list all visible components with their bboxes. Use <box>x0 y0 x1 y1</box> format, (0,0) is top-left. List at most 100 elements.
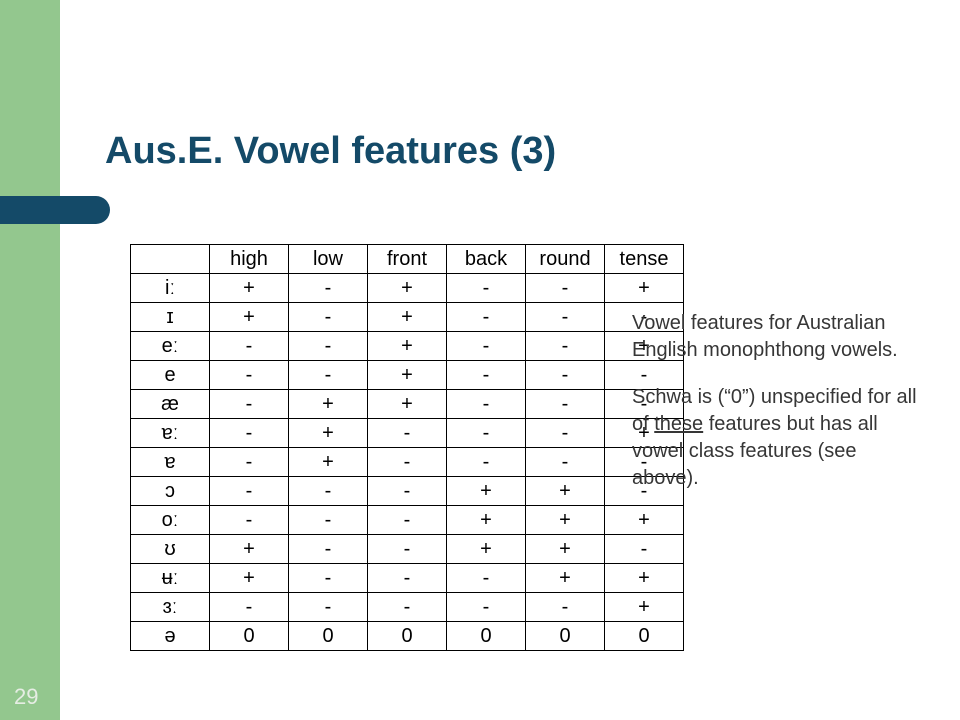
row-label: iː <box>131 274 210 303</box>
feature-cell: + <box>605 593 684 622</box>
table-row: iː+-+--+ <box>131 274 684 303</box>
col-round: round <box>526 245 605 274</box>
feature-cell: + <box>368 274 447 303</box>
row-label: ɔ <box>131 477 210 506</box>
feature-cell: 0 <box>605 622 684 651</box>
feature-cell: - <box>289 303 368 332</box>
feature-cell: - <box>368 419 447 448</box>
slide: Aus.E. Vowel features (3) high low front… <box>0 0 960 720</box>
side-p2-underline: these <box>654 413 703 435</box>
feature-cell: + <box>368 303 447 332</box>
row-label: ʉː <box>131 564 210 593</box>
feature-cell: + <box>210 303 289 332</box>
feature-cell: - <box>210 477 289 506</box>
feature-cell: - <box>368 593 447 622</box>
feature-cell: - <box>447 274 526 303</box>
feature-cell: - <box>210 593 289 622</box>
table-row: æ-++--- <box>131 390 684 419</box>
col-back: back <box>447 245 526 274</box>
feature-cell: - <box>289 564 368 593</box>
feature-cell: + <box>447 477 526 506</box>
left-accent-band <box>0 0 60 720</box>
row-label: ɐ <box>131 448 210 477</box>
feature-cell: - <box>447 361 526 390</box>
feature-cell: - <box>289 477 368 506</box>
row-label: ɪ <box>131 303 210 332</box>
table-row: ɜː-----+ <box>131 593 684 622</box>
row-label: æ <box>131 390 210 419</box>
feature-cell: - <box>526 448 605 477</box>
table-row: ʉː+---++ <box>131 564 684 593</box>
feature-cell: + <box>368 332 447 361</box>
feature-cell: 0 <box>447 622 526 651</box>
side-description: Vowel features for Australian English mo… <box>632 310 922 512</box>
feature-cell: + <box>289 390 368 419</box>
feature-cell: - <box>368 448 447 477</box>
table-row: ɐː-+---+ <box>131 419 684 448</box>
feature-cell: - <box>289 332 368 361</box>
table-row: ɪ+-+--- <box>131 303 684 332</box>
feature-cell: - <box>526 390 605 419</box>
feature-cell: - <box>447 564 526 593</box>
col-low: low <box>289 245 368 274</box>
feature-cell: + <box>368 390 447 419</box>
feature-cell: - <box>526 274 605 303</box>
row-label: e <box>131 361 210 390</box>
table-row: ə000000 <box>131 622 684 651</box>
feature-cell: - <box>447 390 526 419</box>
feature-cell: - <box>447 593 526 622</box>
feature-cell: + <box>447 506 526 535</box>
feature-cell: - <box>210 332 289 361</box>
feature-cell: 0 <box>210 622 289 651</box>
feature-cell: - <box>210 506 289 535</box>
feature-cell: - <box>210 361 289 390</box>
table-row: eː--+--+ <box>131 332 684 361</box>
feature-cell: - <box>368 477 447 506</box>
side-paragraph-1: Vowel features for Australian English mo… <box>632 310 922 364</box>
feature-cell: - <box>210 390 289 419</box>
col-front: front <box>368 245 447 274</box>
feature-cell: - <box>368 506 447 535</box>
feature-cell: + <box>605 564 684 593</box>
feature-table-container: high low front back round tense iː+-+--+… <box>130 244 684 651</box>
row-label: ɜː <box>131 593 210 622</box>
feature-cell: - <box>289 506 368 535</box>
feature-cell: - <box>605 535 684 564</box>
table-row: ɐ-+---- <box>131 448 684 477</box>
feature-cell: 0 <box>289 622 368 651</box>
table-row: oː---+++ <box>131 506 684 535</box>
feature-cell: - <box>210 448 289 477</box>
table-row: ɔ---++- <box>131 477 684 506</box>
feature-cell: - <box>289 593 368 622</box>
feature-cell: + <box>289 419 368 448</box>
row-label: oː <box>131 506 210 535</box>
feature-cell: - <box>210 419 289 448</box>
row-label: ʊ <box>131 535 210 564</box>
feature-cell: - <box>447 448 526 477</box>
feature-cell: + <box>526 564 605 593</box>
side-paragraph-2: Schwa is (“0”) unspecified for all of th… <box>632 384 922 492</box>
col-tense: tense <box>605 245 684 274</box>
feature-cell: - <box>368 535 447 564</box>
header-blank <box>131 245 210 274</box>
feature-cell: + <box>526 535 605 564</box>
slide-number: 29 <box>14 684 38 710</box>
feature-cell: - <box>289 274 368 303</box>
feature-cell: + <box>526 477 605 506</box>
feature-cell: + <box>289 448 368 477</box>
feature-cell: - <box>447 419 526 448</box>
feature-cell: + <box>526 506 605 535</box>
feature-cell: - <box>526 419 605 448</box>
row-label: ɐː <box>131 419 210 448</box>
feature-cell: - <box>447 303 526 332</box>
row-label: eː <box>131 332 210 361</box>
table-row: e--+--- <box>131 361 684 390</box>
feature-cell: + <box>210 535 289 564</box>
feature-cell: 0 <box>368 622 447 651</box>
feature-cell: - <box>526 303 605 332</box>
feature-cell: + <box>368 361 447 390</box>
vowel-feature-table: high low front back round tense iː+-+--+… <box>130 244 684 651</box>
feature-cell: + <box>210 564 289 593</box>
slide-title: Aus.E. Vowel features (3) <box>105 130 556 173</box>
feature-cell: - <box>526 593 605 622</box>
